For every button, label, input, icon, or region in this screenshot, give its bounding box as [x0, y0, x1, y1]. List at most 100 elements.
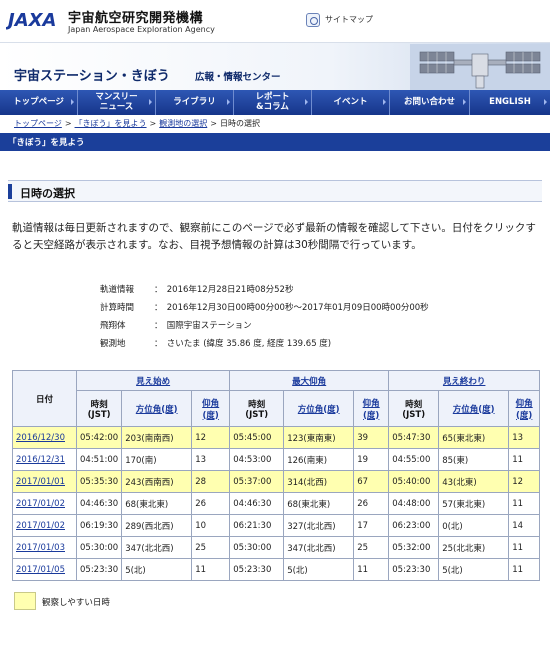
breadcrumb-location[interactable]: 観測地の選択 [159, 119, 207, 128]
table-row: 2017/01/02 06:19:30 289(西北西) 10 06:21:30 327(… [12, 514, 541, 537]
table-cell: 04:51:00 [75, 448, 123, 471]
date-cell: 2017/01/03 [12, 536, 77, 559]
date-link[interactable]: 2017/01/05 [16, 565, 65, 575]
azimuth-header: 方位角(度) [438, 390, 510, 427]
table-cell: 67 [353, 470, 390, 493]
table-cell: 203(南南西) [121, 426, 193, 449]
banner-subtitle: 広報・情報センター [195, 72, 281, 83]
table-cell: 11 [508, 536, 541, 559]
table-cell: 13 [508, 426, 541, 449]
legend-swatch [14, 592, 36, 610]
org-name-jp: 宇宙航空研究開発機構 [68, 11, 204, 26]
table-cell: 04:46:30 [75, 492, 123, 515]
site-header: JAXA 宇宙航空研究開発機構 Japan Aerospace Explorat… [0, 0, 550, 40]
nav-top[interactable]: トップページ [0, 90, 78, 115]
table-cell: 11 [508, 448, 541, 471]
date-link[interactable]: 2017/01/01 [16, 477, 65, 487]
banner-title[interactable]: 宇宙ステーション・きぼう [14, 65, 170, 84]
table-cell: 123(東南東) [283, 426, 355, 449]
table-row: 2017/01/05 05:23:30 5(北) 11 05:23:30 5(北) 11 05… [12, 558, 541, 581]
section-label: 「きぼう」を見よう [8, 138, 85, 148]
date-link[interactable]: 2017/01/02 [16, 521, 65, 531]
jaxa-logo[interactable]: JAXA [5, 8, 62, 31]
table-cell: 170(南) [121, 448, 193, 471]
nav-report-column[interactable]: レポート &コラム [234, 90, 312, 115]
table-cell: 13 [191, 448, 231, 471]
date-header: 日付 [12, 370, 77, 427]
table-cell: 25(北北東) [438, 536, 510, 559]
nav-contact[interactable]: お問い合わせ [390, 90, 470, 115]
table-cell: 12 [191, 426, 231, 449]
date-link[interactable]: 2016/12/31 [16, 455, 65, 465]
nav-english[interactable]: ENGLISH [470, 90, 550, 115]
date-link[interactable]: 2017/01/02 [16, 499, 65, 509]
group-header: 見え終わり [388, 370, 541, 391]
time-header: 時刻 (JST) [75, 390, 123, 427]
time-header: 時刻 (JST) [388, 390, 440, 427]
info-row: 飛翔体： 国際宇宙ステーション [100, 321, 252, 331]
table-cell: 05:40:00 [388, 470, 440, 493]
section-label-bar: 「きぼう」を見よう [0, 133, 550, 151]
sitemap-icon[interactable] [306, 13, 320, 27]
info-row: 軌道情報： 2016年12月28日21時08分52秒 [100, 285, 294, 295]
table-cell: 05:47:30 [388, 426, 440, 449]
chevron-right-icon [149, 99, 152, 105]
date-cell: 2017/01/01 [12, 470, 77, 493]
table-row: 2017/01/01 05:35:30 243(西南西) 28 05:37:00 314(… [12, 470, 541, 493]
sitemap-link[interactable]: サイトマップ [325, 14, 373, 25]
table-cell: 10 [191, 514, 231, 537]
elevation-header: 仰角 (度) [191, 390, 231, 427]
table-cell: 85(東) [438, 448, 510, 471]
date-link[interactable]: 2017/01/03 [16, 543, 65, 553]
nav-monthly-news[interactable]: マンスリー ニュース [78, 90, 156, 115]
chevron-right-icon [544, 99, 547, 105]
breadcrumb: トップページ > 「きぼう」を見よう > 観測地の選択 > 日時の選択 [14, 119, 260, 128]
table-cell: 327(北北西) [283, 514, 355, 537]
table-cell: 05:42:00 [75, 426, 123, 449]
table-cell: 314(北西) [283, 470, 355, 493]
table-cell: 05:45:00 [229, 426, 285, 449]
table-cell: 05:35:30 [75, 470, 123, 493]
page-title-bar: 日時の選択 [8, 180, 542, 202]
date-link[interactable]: 2016/12/30 [16, 433, 65, 443]
orbit-info: 軌道情報： 2016年12月28日21時08分52秒 計算時間： 2016年12… [100, 283, 429, 355]
elevation-header: 仰角 (度) [508, 390, 541, 427]
table-cell: 25 [191, 536, 231, 559]
breadcrumb-top[interactable]: トップページ [14, 119, 62, 128]
table-cell: 25 [353, 536, 390, 559]
table-cell: 126(南東) [283, 448, 355, 471]
table-cell: 68(東北東) [121, 492, 193, 515]
table-cell: 5(北) [283, 558, 355, 581]
nav-event[interactable]: イベント [312, 90, 390, 115]
info-row: 観測地： さいたま (緯度 35.86 度, 経度 139.65 度) [100, 339, 332, 349]
chevron-right-icon [305, 99, 308, 105]
table-cell: 26 [191, 492, 231, 515]
chevron-right-icon [383, 99, 386, 105]
group-header: 見え始め [75, 370, 231, 391]
table-cell: 68(東北東) [283, 492, 355, 515]
table-cell: 05:23:30 [229, 558, 285, 581]
info-row: 計算時間： 2016年12月30日00時00分00秒～2017年01月09日00… [100, 303, 429, 313]
chevron-right-icon [227, 99, 230, 105]
table-cell: 11 [508, 558, 541, 581]
table-cell: 06:21:30 [229, 514, 285, 537]
table-cell: 05:23:30 [75, 558, 123, 581]
table-cell: 289(西北西) [121, 514, 193, 537]
table-cell: 04:46:30 [229, 492, 285, 515]
table-cell: 65(東北東) [438, 426, 510, 449]
azimuth-header: 方位角(度) [283, 390, 355, 427]
table-cell: 17 [353, 514, 390, 537]
group-header: 最大仰角 [229, 370, 390, 391]
nav-library[interactable]: ライブラリ [156, 90, 234, 115]
table-cell: 05:32:00 [388, 536, 440, 559]
table-cell: 11 [508, 492, 541, 515]
table-cell: 04:53:00 [229, 448, 285, 471]
table-cell: 19 [353, 448, 390, 471]
breadcrumb-kibo[interactable]: 「きぼう」を見よう [75, 119, 147, 128]
table-cell: 243(西南西) [121, 470, 193, 493]
chevron-right-icon [71, 99, 74, 105]
table-cell: 05:30:00 [229, 536, 285, 559]
table-cell: 05:23:30 [388, 558, 440, 581]
table-cell: 05:37:00 [229, 470, 285, 493]
table-cell: 39 [353, 426, 390, 449]
